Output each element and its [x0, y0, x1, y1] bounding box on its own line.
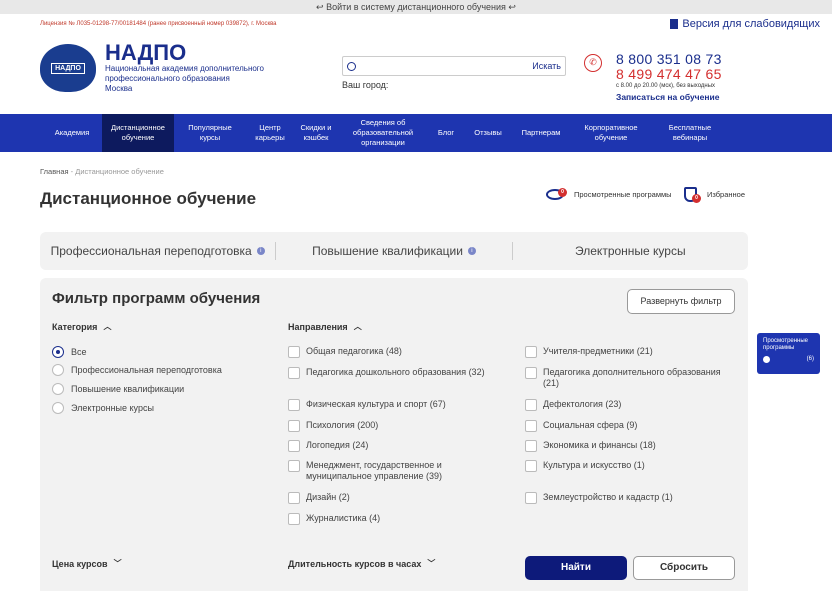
- phone-2[interactable]: 8 499 474 47 65: [616, 67, 722, 82]
- direction-checkbox[interactable]: Дефектология (23): [525, 399, 621, 411]
- viewed-programs-widget[interactable]: Просмотренные программы (6): [757, 333, 820, 374]
- program-tabs: Профессиональная переподготовка i Повышен…: [40, 232, 748, 270]
- direction-checkbox[interactable]: Логопедия (24): [288, 440, 368, 452]
- brand-city: Москва: [105, 84, 133, 93]
- direction-checkbox[interactable]: Педагогика дошкольного образования (32): [288, 367, 498, 379]
- brand-line1: Национальная академия дополнительного: [105, 64, 264, 73]
- search-input[interactable]: Искать: [342, 56, 566, 76]
- category-option[interactable]: Профессиональная переподготовка: [52, 364, 222, 376]
- direction-checkbox[interactable]: Социальная сфера (9): [525, 420, 637, 432]
- bookmark-icon: 0: [684, 187, 701, 203]
- chevron-up-icon: ︿: [103, 322, 112, 331]
- eye-icon: 0: [546, 188, 567, 200]
- category-option[interactable]: Все: [52, 346, 87, 358]
- direction-checkbox[interactable]: Культура и искусство (1): [525, 460, 645, 472]
- search-icon: [347, 61, 356, 71]
- breadcrumb-current: Дистанционное обучение: [75, 167, 164, 176]
- category-option[interactable]: Электронные курсы: [52, 402, 154, 414]
- info-icon[interactable]: i: [467, 247, 476, 255]
- nav-popular[interactable]: Популярные курсы: [174, 114, 246, 152]
- direction-checkbox[interactable]: Психология (200): [288, 420, 378, 432]
- price-toggle[interactable]: Цена курсов ﹀: [52, 558, 122, 569]
- nav-info[interactable]: Сведения об образовательной организации: [338, 114, 428, 152]
- login-bar[interactable]: ↩ Войти в систему дистанционного обучени…: [0, 0, 832, 14]
- vision-mode-link[interactable]: Версия для слабовидящих: [670, 18, 820, 30]
- nav-reviews[interactable]: Отзывы: [464, 114, 512, 152]
- nav-academy[interactable]: Академия: [42, 114, 102, 152]
- accessibility-icon: [670, 19, 679, 29]
- direction-checkbox[interactable]: Физическая культура и спорт (67): [288, 399, 446, 411]
- city-selector[interactable]: Ваш город:: [342, 80, 388, 90]
- license-text: Лицензия № Л035-01298-77/00181484 (ранее…: [40, 21, 277, 27]
- nav-webinars[interactable]: Бесплатные вебинары: [652, 114, 728, 152]
- direction-checkbox[interactable]: Общая педагогика (48): [288, 346, 402, 358]
- brand-line2: профессионального образования: [105, 74, 230, 83]
- filter-title: Фильтр программ обучения: [52, 290, 261, 307]
- favorites-link[interactable]: 0 Избранное: [684, 187, 745, 203]
- viewed-programs-link[interactable]: 0 Просмотренные программы: [546, 188, 672, 200]
- phone-1[interactable]: 8 800 351 08 73: [616, 52, 722, 67]
- breadcrumb-home[interactable]: Главная: [40, 167, 69, 176]
- tab-retraining[interactable]: Профессиональная переподготовка i: [40, 244, 275, 258]
- working-hours: с 8.00 до 20.00 (мск), без выходных: [616, 83, 716, 89]
- phone-icon: ✆: [584, 54, 602, 72]
- find-button[interactable]: Найти: [525, 556, 627, 580]
- nav-career[interactable]: Центр карьеры: [246, 114, 294, 152]
- eye-icon: [763, 356, 770, 363]
- direction-checkbox[interactable]: Педагогика дополнительного образования (…: [525, 367, 735, 389]
- tab-ecourses[interactable]: Электронные курсы: [513, 244, 748, 258]
- category-option[interactable]: Повышение квалификации: [52, 383, 184, 395]
- logo[interactable]: НАДПО: [40, 44, 96, 92]
- brand-name: НАДПО: [105, 40, 187, 65]
- directions-toggle[interactable]: Направления ︿: [288, 321, 362, 332]
- search-button[interactable]: Искать: [532, 61, 561, 71]
- direction-checkbox[interactable]: Экономика и финансы (18): [525, 440, 656, 452]
- direction-checkbox[interactable]: Землеустройство и кадастр (1): [525, 492, 673, 504]
- tab-qualification[interactable]: Повышение квалификации i: [276, 244, 511, 258]
- chevron-down-icon: ﹀: [427, 559, 436, 568]
- reset-button[interactable]: Сбросить: [633, 556, 735, 580]
- signup-link[interactable]: Записаться на обучение: [616, 92, 722, 102]
- expand-filter-button[interactable]: Развернуть фильтр: [627, 289, 735, 314]
- direction-checkbox[interactable]: Учителя-предметники (21): [525, 346, 653, 358]
- nav-distance[interactable]: Дистанционное обучение: [102, 114, 174, 152]
- nav-corporate[interactable]: Корпоративное обучение: [570, 114, 652, 152]
- chevron-down-icon: ﹀: [113, 559, 122, 568]
- filter-panel: Фильтр программ обучения Развернуть филь…: [40, 278, 748, 591]
- chevron-up-icon: ︿: [353, 322, 362, 331]
- page-title: Дистанционное обучение: [40, 189, 257, 208]
- direction-checkbox[interactable]: Дизайн (2): [288, 492, 350, 504]
- direction-checkbox[interactable]: Журналистика (4): [288, 513, 380, 525]
- nav-discounts[interactable]: Скидки и кэшбек: [294, 114, 338, 152]
- main-nav: Академия Дистанционное обучение Популярн…: [0, 114, 832, 152]
- nav-partners[interactable]: Партнерам: [512, 114, 570, 152]
- direction-checkbox[interactable]: Менеджмент, государственное и муниципаль…: [288, 460, 466, 482]
- info-icon[interactable]: i: [256, 247, 265, 255]
- duration-toggle[interactable]: Длительность курсов в часах ﹀: [288, 558, 435, 569]
- nav-blog[interactable]: Блог: [428, 114, 464, 152]
- category-toggle[interactable]: Категория ︿: [52, 321, 111, 332]
- breadcrumb: Главная - Дистанционное обучение: [40, 167, 164, 176]
